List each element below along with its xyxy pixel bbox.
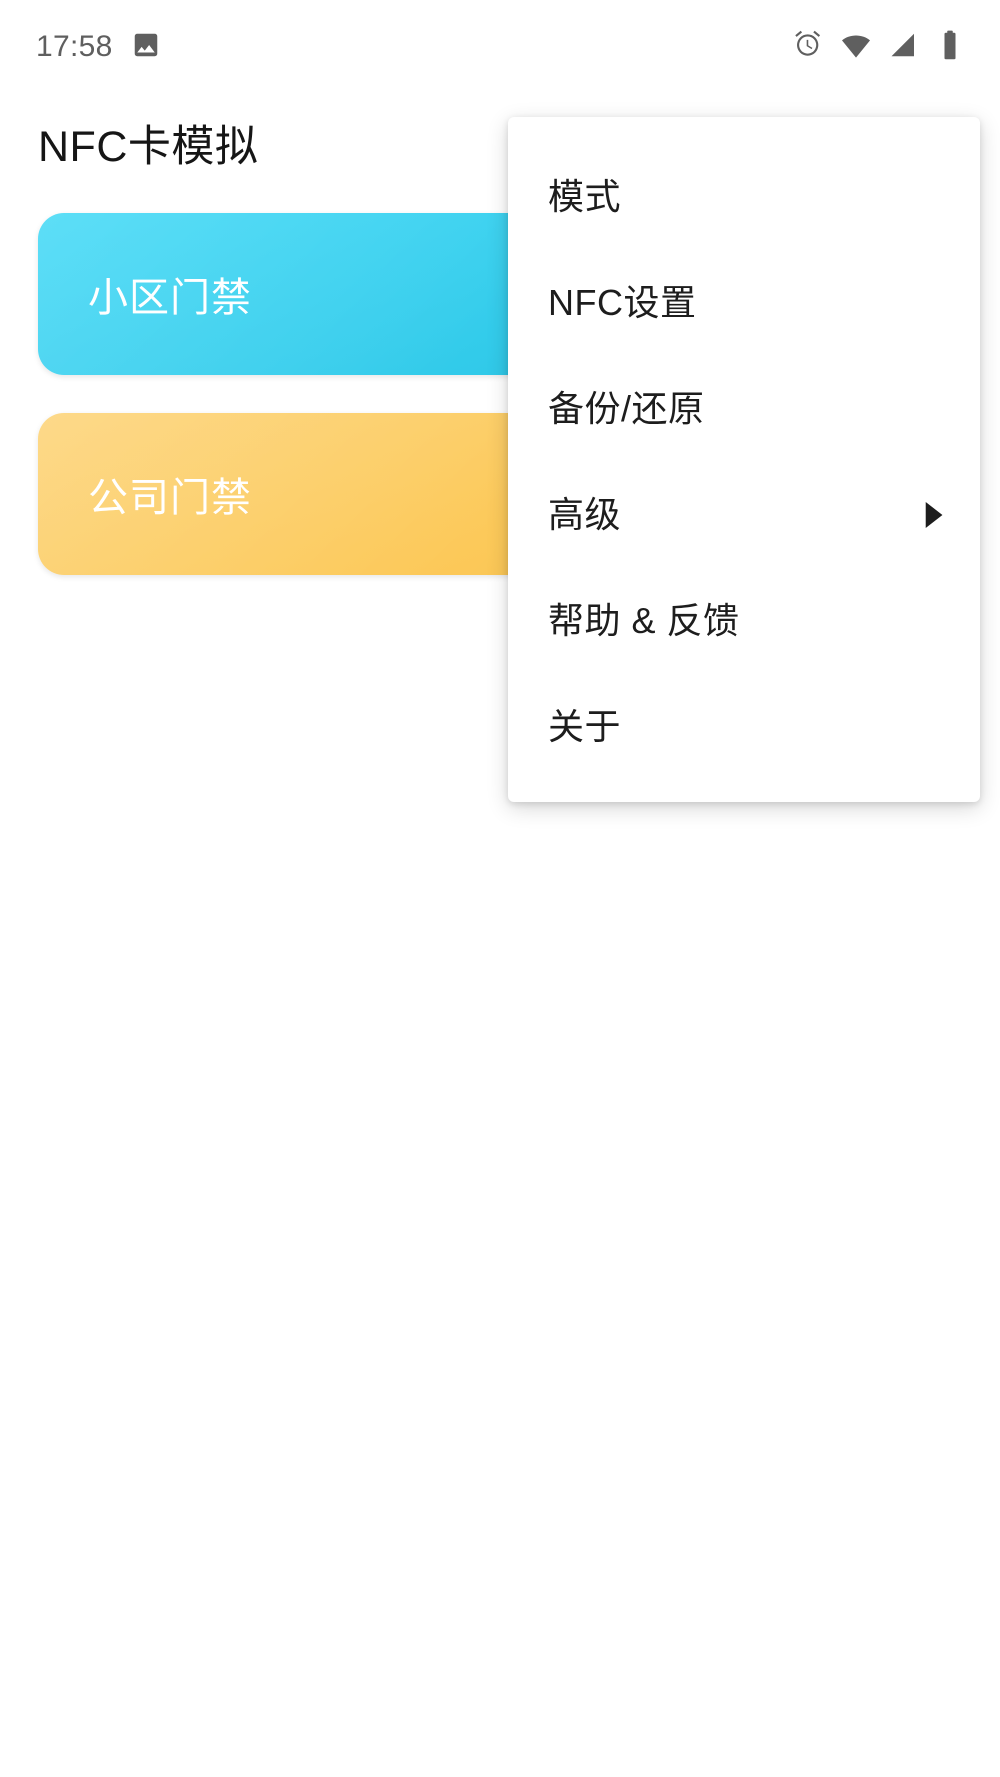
- submenu-arrow-icon: [924, 502, 946, 528]
- menu-item-label: 备份/还原: [548, 388, 705, 430]
- menu-item-label: 高级: [548, 494, 622, 536]
- menu-item-backup-restore[interactable]: 备份/还原: [508, 356, 980, 462]
- nfc-card-label: 小区门禁: [88, 276, 252, 320]
- menu-item-advanced[interactable]: 高级: [508, 462, 980, 568]
- alarm-clock-icon: [791, 29, 823, 66]
- status-bar-clock: 17:58: [36, 30, 113, 63]
- status-bar-left: 17:58: [36, 30, 161, 65]
- menu-item-label: NFC设置: [548, 282, 697, 324]
- status-bar-right: [791, 29, 964, 66]
- cellular-signal-icon: [889, 30, 919, 65]
- nfc-card-label: 公司门禁: [88, 476, 252, 520]
- menu-item-nfc-settings[interactable]: NFC设置: [508, 250, 980, 356]
- menu-item-mode[interactable]: 模式: [508, 144, 980, 250]
- menu-item-label: 帮助 & 反馈: [548, 600, 740, 642]
- status-bar: 17:58: [0, 0, 1000, 94]
- menu-item-label: 关于: [548, 706, 622, 748]
- menu-item-label: 模式: [548, 176, 622, 218]
- menu-item-help-feedback[interactable]: 帮助 & 反馈: [508, 568, 980, 674]
- image-notification-icon: [131, 30, 161, 65]
- battery-icon: [936, 30, 964, 65]
- wifi-icon: [840, 29, 872, 66]
- overflow-menu: 模式 NFC设置 备份/还原 高级 帮助 & 反馈 关于: [508, 117, 980, 802]
- menu-item-about[interactable]: 关于: [508, 674, 980, 780]
- page-title: NFC卡模拟: [38, 123, 259, 171]
